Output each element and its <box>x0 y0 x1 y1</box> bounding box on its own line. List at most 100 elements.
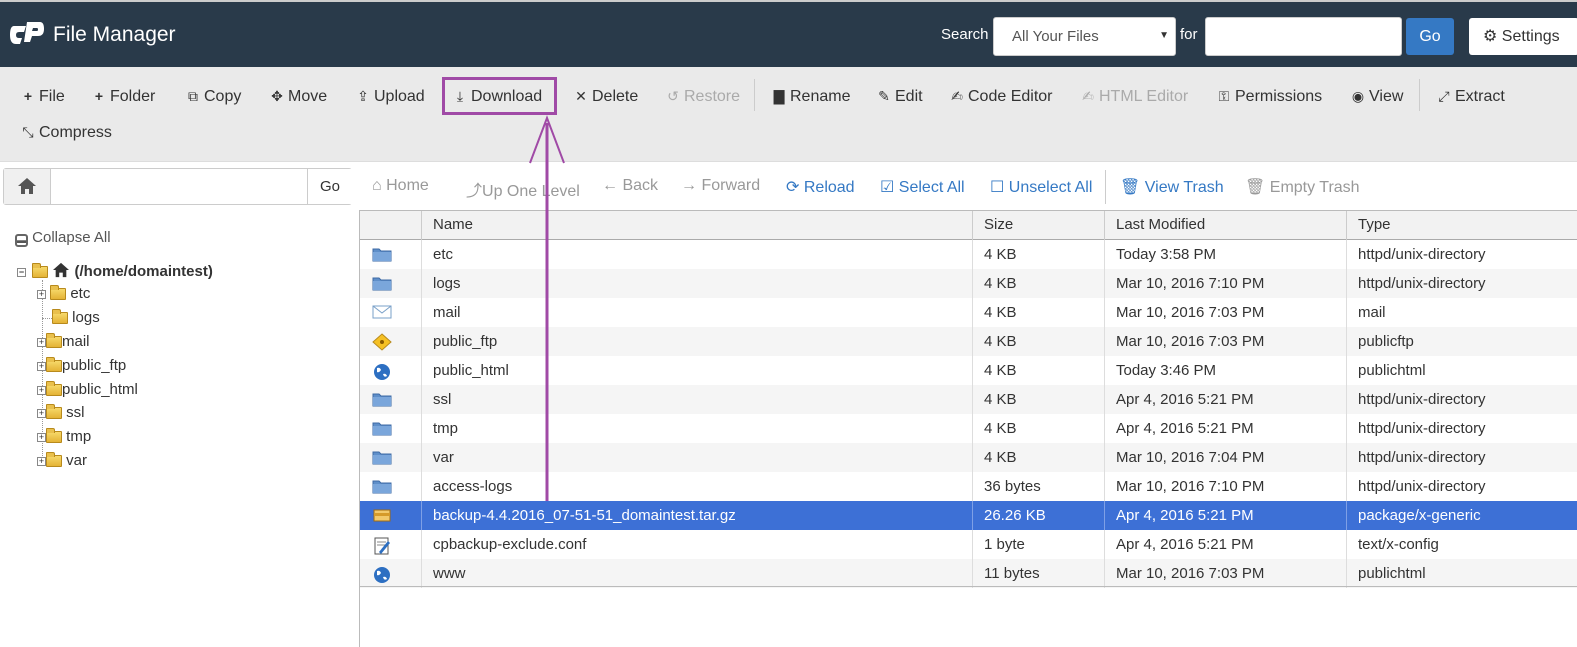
settings-button[interactable]: ⚙ Settings <box>1469 18 1577 55</box>
nav-home-button[interactable]: ⌂ Home <box>372 177 429 195</box>
path-go-button[interactable]: Go <box>307 169 352 204</box>
delete-button[interactable]: ✕ Delete <box>574 85 638 107</box>
file-last-modified: Mar 10, 2016 7:04 PM <box>1104 443 1346 472</box>
file-name: var <box>421 443 972 472</box>
tree-item-mail[interactable]: + mail <box>37 332 90 352</box>
open-folder-icon <box>32 263 49 279</box>
table-bottom-border <box>360 586 1577 587</box>
expand-toggle-icon[interactable]: + <box>37 432 46 442</box>
annotation-arrow <box>529 115 565 501</box>
view-button[interactable]: ◉ View <box>1351 85 1404 107</box>
tree-item-var[interactable]: + var <box>37 451 87 471</box>
trash-icon: 🗑 <box>1245 179 1266 196</box>
folder-icon <box>360 240 422 269</box>
tree-item-ssl[interactable]: + ssl <box>37 403 85 423</box>
file-type: publichtml <box>1346 356 1577 385</box>
path-input[interactable] <box>52 169 307 204</box>
table-row[interactable]: backup-4.4.2016_07-51-51_domaintest.tar.… <box>360 501 1577 530</box>
collapse-all-button[interactable]: ▬ Collapse All <box>15 229 111 247</box>
search-input[interactable] <box>1205 17 1402 56</box>
expand-toggle-icon[interactable]: + <box>37 337 46 347</box>
file-size: 4 KB <box>972 269 1104 298</box>
publicftp-icon <box>360 327 422 356</box>
expand-toggle-icon[interactable]: + <box>37 408 46 418</box>
rename-button[interactable]: ▇ Rename <box>772 85 851 107</box>
file-type: httpd/unix-directory <box>1346 385 1577 414</box>
file-name: etc <box>421 240 972 269</box>
trash-icon: 🗑 <box>1120 179 1141 196</box>
file-last-modified: Mar 10, 2016 7:03 PM <box>1104 327 1346 356</box>
compress-button[interactable]: ⤡ Compress <box>21 121 112 143</box>
tree-item-public-ftp[interactable]: + public_ftp <box>37 356 126 376</box>
checkbox-checked-icon: ☑ <box>880 179 895 196</box>
pencil-icon: ✎ <box>878 88 890 104</box>
file-last-modified: Apr 4, 2016 5:21 PM <box>1104 414 1346 443</box>
file-type: httpd/unix-directory <box>1346 269 1577 298</box>
table-row[interactable]: www 11 bytes Mar 10, 2016 7:03 PM publichtm… <box>360 559 1577 588</box>
new-folder-button[interactable]: + Folder <box>92 85 155 107</box>
expand-toggle-icon[interactable]: + <box>37 456 46 466</box>
tree-item-public-html[interactable]: + public_html <box>37 380 138 400</box>
eye-icon: ◉ <box>1351 88 1365 104</box>
column-header-name[interactable]: Name <box>421 211 972 240</box>
copy-button[interactable]: ⧉ Copy <box>186 85 241 107</box>
file-size: 1 byte <box>972 530 1104 559</box>
file-last-modified: Mar 10, 2016 7:03 PM <box>1104 298 1346 327</box>
arrow-left-icon: ← <box>602 177 618 194</box>
upload-icon: ⇪ <box>357 88 369 104</box>
file-size: 36 bytes <box>972 472 1104 501</box>
search-label: Search <box>941 26 989 43</box>
file-type: httpd/unix-directory <box>1346 472 1577 501</box>
expand-toggle-icon[interactable]: + <box>37 385 46 395</box>
search-scope-select[interactable]: All Your Files ▼ <box>993 17 1176 56</box>
expand-toggle-icon[interactable]: + <box>37 361 46 371</box>
tree-item-tmp[interactable]: + tmp <box>37 427 91 447</box>
file-type: text/x-config <box>1346 530 1577 559</box>
tree-item-etc[interactable]: + etc <box>37 284 90 304</box>
nav-select-all-button[interactable]: ☑ Select All <box>880 177 965 197</box>
path-home-button[interactable] <box>4 169 51 204</box>
file-name: public_ftp <box>421 327 972 356</box>
column-header-last-modified[interactable]: Last Modified <box>1104 211 1346 240</box>
permissions-button[interactable]: ⚿ Permissions <box>1217 85 1322 107</box>
mail-icon <box>360 298 422 327</box>
new-file-button[interactable]: + File <box>21 85 65 107</box>
file-icon: ▇ <box>773 88 785 104</box>
code-editor-button[interactable]: ✍ Code Editor <box>950 85 1052 107</box>
nav-forward-button[interactable]: → Forward <box>681 177 760 195</box>
tree-root-home[interactable]: − (/home/domaintest) <box>17 262 213 280</box>
toolbar-divider <box>754 79 755 111</box>
nav-reload-button[interactable]: ⟳ Reload <box>786 177 855 197</box>
expand-toggle-icon[interactable]: + <box>37 289 46 299</box>
nav-unselect-all-button[interactable]: ☐ Unselect All <box>990 177 1092 197</box>
edit-square-icon: ✍ <box>1082 88 1094 104</box>
download-highlight-annotation <box>442 77 557 115</box>
column-header-size[interactable]: Size <box>972 211 1104 240</box>
file-last-modified: Mar 10, 2016 7:10 PM <box>1104 472 1346 501</box>
nav-view-trash-button[interactable]: 🗑 View Trash <box>1120 177 1224 197</box>
restore-button[interactable]: ↺ Restore <box>666 85 740 107</box>
file-name: logs <box>421 269 972 298</box>
nav-empty-trash-button[interactable]: 🗑 Empty Trash <box>1245 177 1360 197</box>
tree-item-logs[interactable]: logs <box>52 308 100 328</box>
arrow-right-icon: → <box>681 177 697 194</box>
folder-icon <box>46 428 62 444</box>
file-type: publicftp <box>1346 327 1577 356</box>
file-last-modified: Apr 4, 2016 5:21 PM <box>1104 385 1346 414</box>
move-button[interactable]: ✥ Move <box>270 85 327 107</box>
upload-button[interactable]: ⇪ Upload <box>356 85 425 107</box>
level-up-icon: ⤴ <box>466 183 483 200</box>
column-header-type[interactable]: Type <box>1346 211 1577 240</box>
navbar-divider <box>1105 170 1106 204</box>
tree-connector <box>42 318 52 319</box>
folder-icon <box>360 269 422 298</box>
edit-button[interactable]: ✎ Edit <box>877 85 922 107</box>
html-editor-button[interactable]: ✍ HTML Editor <box>1081 85 1188 107</box>
nav-back-button[interactable]: ← Back <box>602 177 658 195</box>
table-row[interactable]: cpbackup-exclude.conf 1 byte Apr 4, 2016 5… <box>360 530 1577 559</box>
gear-icon: ⚙ <box>1483 28 1498 45</box>
checkbox-empty-icon: ☐ <box>990 179 1005 196</box>
collapse-toggle-icon[interactable]: − <box>17 267 26 277</box>
search-go-button[interactable]: Go <box>1406 18 1454 55</box>
extract-button[interactable]: ⤢ Extract <box>1437 85 1504 107</box>
